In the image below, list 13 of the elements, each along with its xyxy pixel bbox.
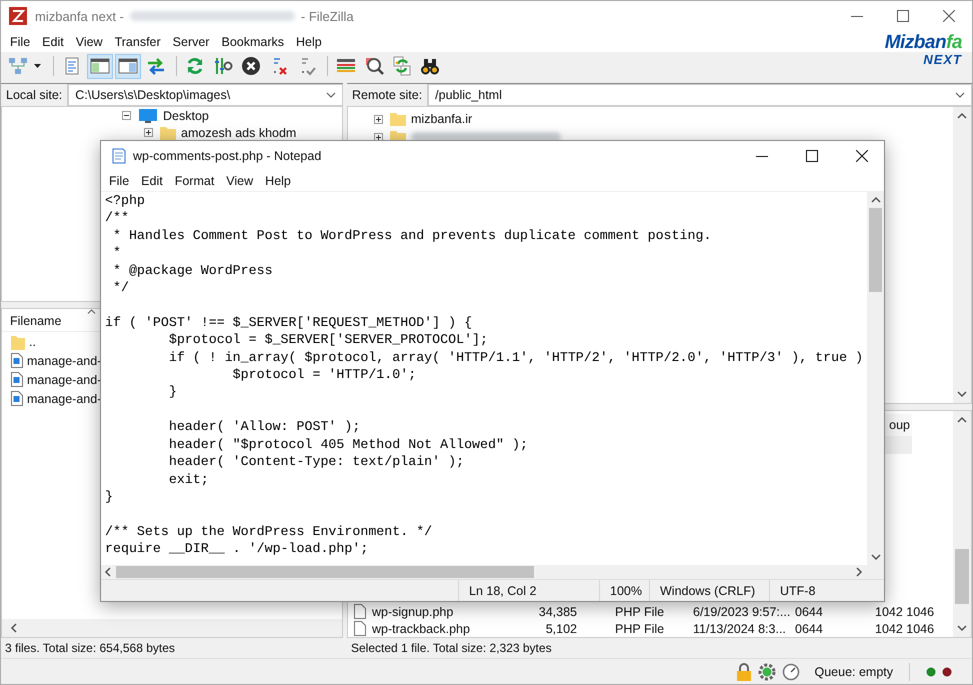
queue-status: Queue: empty bbox=[814, 664, 893, 678]
status-text: 3 files. Total size: 654,568 bytes bbox=[4, 640, 176, 657]
local-site-label: Local site: bbox=[1, 84, 68, 106]
remote-site-label: Remote site: bbox=[347, 84, 428, 106]
zoom-level: 100% bbox=[599, 580, 649, 601]
cursor-position: Ln 18, Col 2 bbox=[458, 580, 599, 601]
window-title: - FileZilla bbox=[300, 8, 354, 24]
line-endings: Windows (CRLF) bbox=[649, 580, 769, 601]
logo-text: Mizbanfa NEXT bbox=[884, 33, 962, 66]
status-text: Selected 1 file. Total size: 2,323 bytes bbox=[350, 640, 553, 657]
window-title: mizbanfa next - bbox=[35, 8, 124, 24]
encoding: UTF-8 bbox=[769, 580, 884, 601]
window-title: wp-comments-post.php - Notepad bbox=[133, 149, 322, 163]
